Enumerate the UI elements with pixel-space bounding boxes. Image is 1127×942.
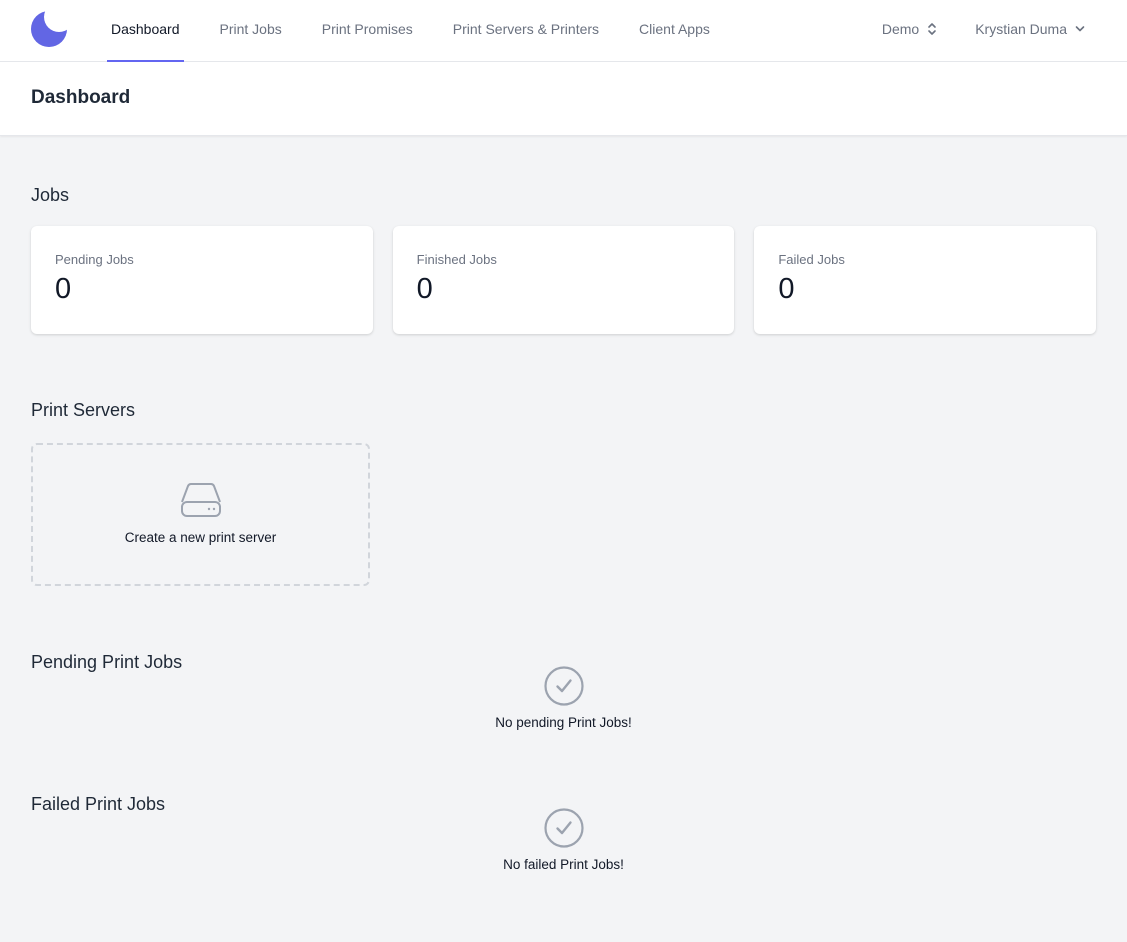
stat-card-pending-jobs: Pending Jobs 0 (31, 226, 373, 334)
stat-card-finished-jobs: Finished Jobs 0 (392, 226, 735, 334)
nav-right: Demo Krystian Duma (882, 0, 1085, 58)
team-selector[interactable]: Demo (882, 21, 937, 37)
stat-label: Failed Jobs (778, 252, 845, 267)
stat-card-failed-jobs: Failed Jobs 0 (754, 226, 1097, 334)
stat-value: 0 (778, 273, 795, 305)
check-circle-icon (543, 808, 584, 848)
page-title: Dashboard (31, 86, 131, 108)
user-name: Krystian Duma (975, 21, 1067, 37)
user-menu[interactable]: Krystian Duma (975, 21, 1085, 37)
print-servers-section-title: Print Servers (31, 400, 136, 420)
stat-label: Pending Jobs (55, 252, 134, 267)
check-circle-icon (543, 666, 584, 706)
nav-link-dashboard[interactable]: Dashboard (107, 0, 184, 62)
server-drive-icon (180, 483, 221, 517)
stat-value: 0 (416, 273, 433, 305)
chevron-up-down-icon (928, 23, 936, 35)
nav-link-print-jobs[interactable]: Print Jobs (216, 0, 286, 62)
create-print-server-label: Create a new print server (124, 530, 277, 545)
empty-state-text: No pending Print Jobs! (495, 715, 632, 730)
nav-link-client-apps[interactable]: Client Apps (635, 0, 714, 62)
team-name: Demo (881, 21, 920, 37)
nav-link-print-servers-printers[interactable]: Print Servers & Printers (449, 0, 603, 62)
jobs-section-title: Jobs (31, 185, 70, 205)
create-print-server-button[interactable]: Create a new print server (31, 443, 370, 586)
pending-print-jobs-empty-state: No pending Print Jobs! (31, 665, 1096, 730)
top-navbar: Dashboard Print Jobs Print Promises Prin… (0, 0, 1127, 62)
failed-print-jobs-empty-state: No failed Print Jobs! (31, 807, 1096, 872)
nav-links: Dashboard Print Jobs Print Promises Prin… (107, 0, 746, 62)
stat-label: Finished Jobs (416, 252, 497, 267)
empty-state-text: No failed Print Jobs! (503, 857, 624, 872)
page-header: Dashboard (0, 62, 1127, 136)
stat-value: 0 (55, 273, 72, 305)
nav-link-print-promises[interactable]: Print Promises (318, 0, 417, 62)
main-content: Jobs Pending Jobs 0 Finished Jobs 0 Fail… (0, 185, 1127, 872)
crescent-logo-icon[interactable] (31, 11, 67, 47)
job-stats: Pending Jobs 0 Finished Jobs 0 Failed Jo… (31, 226, 1097, 334)
chevron-down-icon (1075, 26, 1085, 32)
